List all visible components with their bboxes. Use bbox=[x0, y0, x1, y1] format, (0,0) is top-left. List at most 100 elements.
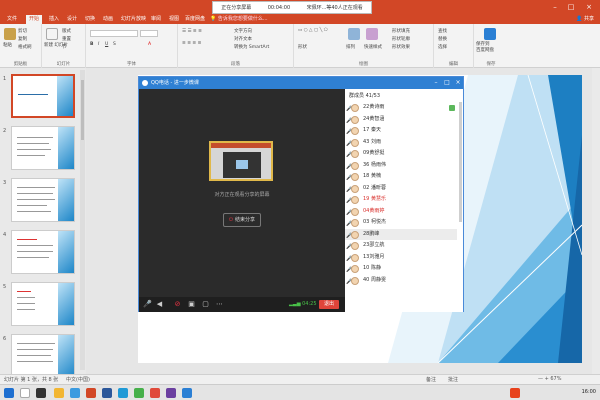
member-scrollbar[interactable] bbox=[459, 102, 462, 222]
member-row[interactable]: 🎤 43 刘雨 bbox=[345, 137, 457, 149]
layout-button[interactable]: 版式 bbox=[62, 28, 71, 34]
member-row[interactable]: 🎤 17 秦天 bbox=[345, 125, 457, 137]
tab-animations[interactable]: 动画 bbox=[100, 15, 116, 24]
sogou-ime-icon[interactable] bbox=[510, 388, 520, 398]
cut-button[interactable]: 剪切 bbox=[18, 28, 27, 34]
member-row[interactable]: 🎤 19 黄慧乐 bbox=[345, 194, 457, 206]
app-icon-purple[interactable] bbox=[166, 388, 176, 398]
camera-off-icon[interactable]: ⊘ bbox=[173, 300, 182, 309]
slide-thumb-2[interactable] bbox=[11, 126, 75, 170]
app-icon-red[interactable] bbox=[150, 388, 160, 398]
whiteboard-icon[interactable]: ▢ bbox=[201, 300, 210, 309]
new-slide-icon[interactable] bbox=[46, 28, 58, 40]
task-view-icon[interactable] bbox=[36, 388, 46, 398]
member-row[interactable]: 🎤 23邵立航 bbox=[345, 240, 457, 252]
powerpoint-icon[interactable] bbox=[86, 388, 96, 398]
search-icon[interactable] bbox=[20, 388, 30, 398]
tab-design[interactable]: 设计 bbox=[64, 15, 80, 24]
member-row[interactable]: 🎤 36 杨雨伟 bbox=[345, 160, 457, 172]
start-icon[interactable] bbox=[4, 388, 14, 398]
share-button[interactable]: 👤 共享 bbox=[576, 14, 594, 24]
member-row[interactable]: 🎤 24黄智涵 bbox=[345, 114, 457, 126]
paste-icon[interactable] bbox=[4, 28, 16, 40]
shape-effects-button[interactable]: 形状效果 bbox=[392, 44, 410, 50]
share-screen-icon[interactable]: ▣ bbox=[187, 300, 196, 309]
member-row[interactable]: 🎤 22黄诗雨 bbox=[345, 102, 457, 114]
member-row[interactable]: 🎤 03 柯悦杰 bbox=[345, 217, 457, 229]
qq-close-button[interactable]: × bbox=[453, 77, 463, 89]
shape-fill-button[interactable]: 形状填充 bbox=[392, 28, 410, 34]
smartart-button[interactable]: 转换为 SmartArt bbox=[234, 44, 269, 50]
slide-thumb-6[interactable] bbox=[11, 334, 75, 374]
explorer-icon[interactable] bbox=[54, 388, 64, 398]
zoom-control[interactable]: — + 67% bbox=[538, 376, 561, 382]
member-row[interactable]: 🎤 18 黄楠 bbox=[345, 171, 457, 183]
maximize-button[interactable]: □ bbox=[564, 2, 578, 12]
thumbnails-scrollbar[interactable] bbox=[80, 70, 85, 370]
tab-insert[interactable]: 插入 bbox=[46, 15, 62, 24]
slide-thumb-1[interactable] bbox=[11, 74, 75, 118]
align-icons[interactable]: ≡ ≡ ≡ ≡ bbox=[182, 41, 201, 46]
baidu-netdisk-icon[interactable] bbox=[182, 388, 192, 398]
copy-button[interactable]: 复制 bbox=[18, 36, 27, 42]
qq-maximize-button[interactable]: □ bbox=[442, 77, 452, 89]
mic-icon[interactable]: 🎤 bbox=[143, 300, 152, 309]
reset-button[interactable]: 重置 bbox=[62, 36, 71, 42]
exit-call-button[interactable]: 退出 bbox=[319, 300, 339, 309]
shadow-icon[interactable]: S bbox=[113, 42, 116, 47]
comments-button[interactable]: 批注 bbox=[448, 376, 458, 383]
qq-icon[interactable] bbox=[118, 388, 128, 398]
notes-button[interactable]: 备注 bbox=[426, 376, 436, 383]
member-row[interactable]: 🎤 10 陈静 bbox=[345, 263, 457, 275]
tell-me-search[interactable]: 💡 告诉我您想要做什么... bbox=[210, 14, 268, 24]
text-direction-button[interactable]: 文字方向 bbox=[234, 28, 252, 34]
slide-thumb-4[interactable] bbox=[11, 230, 75, 274]
baidu-cloud-icon[interactable] bbox=[484, 28, 496, 40]
find-button[interactable]: 查找 bbox=[438, 28, 447, 34]
font-family-select[interactable] bbox=[90, 30, 138, 37]
tab-review[interactable]: 审阅 bbox=[148, 15, 164, 24]
scroll-thumb[interactable] bbox=[81, 80, 84, 140]
qq-minimize-button[interactable]: – bbox=[431, 77, 441, 89]
member-row[interactable]: 🎤 13刘雅月 bbox=[345, 252, 457, 264]
member-row[interactable]: 🎤 02 潘昕蓉 bbox=[345, 183, 457, 195]
slide-thumb-5[interactable] bbox=[11, 282, 75, 326]
underline-icon[interactable]: U bbox=[105, 42, 108, 47]
close-button[interactable]: × bbox=[582, 2, 596, 12]
save-baidu-button[interactable]: 保存到 百度网盘 bbox=[476, 42, 494, 54]
quick-styles-button[interactable]: 快速样式 bbox=[364, 44, 382, 50]
quick-styles-icon[interactable] bbox=[366, 28, 378, 40]
member-row[interactable]: 🎤 40 周静雯 bbox=[345, 275, 457, 287]
select-button[interactable]: 选择 bbox=[438, 44, 447, 50]
paste-button[interactable]: 粘贴 bbox=[3, 42, 12, 48]
shape-outline-button[interactable]: 形状轮廓 bbox=[392, 36, 410, 42]
more-icon[interactable]: ⋯ bbox=[215, 300, 224, 309]
slide-thumb-3[interactable] bbox=[11, 178, 75, 222]
font-color-icon[interactable]: A bbox=[148, 42, 151, 47]
member-row[interactable]: 🎤 28鹏峰 bbox=[345, 228, 457, 240]
tab-home[interactable]: 开始 bbox=[26, 15, 43, 24]
tab-baidu[interactable]: 百度网盘 bbox=[182, 15, 208, 24]
slide-scrollbar[interactable] bbox=[592, 68, 600, 374]
italic-icon[interactable]: I bbox=[98, 42, 99, 47]
arrange-icon[interactable] bbox=[348, 28, 360, 40]
browser-icon[interactable] bbox=[70, 388, 80, 398]
section-button[interactable]: 节 bbox=[62, 44, 67, 50]
tab-view[interactable]: 视图 bbox=[166, 15, 182, 24]
tab-file[interactable]: 文件 bbox=[4, 15, 20, 24]
member-row[interactable]: 🎤 09黄舒挺 bbox=[345, 148, 457, 160]
language-indicator[interactable]: 中文(中国) bbox=[66, 376, 90, 383]
word-icon[interactable] bbox=[102, 388, 112, 398]
arrange-button[interactable]: 排列 bbox=[346, 44, 355, 50]
font-size-select[interactable] bbox=[140, 30, 158, 37]
bullets-icon[interactable]: ☰ ☰ ≡ ≡ bbox=[182, 29, 202, 34]
wechat-icon[interactable] bbox=[134, 388, 144, 398]
end-share-button[interactable]: ⏻ 结束分享 bbox=[223, 213, 261, 227]
replace-button[interactable]: 替换 bbox=[438, 36, 447, 42]
minimize-button[interactable]: – bbox=[548, 2, 562, 12]
shapes-gallery-icon[interactable]: ▭ ○ △ ▢ ╲ ⬠ bbox=[298, 28, 328, 33]
member-row[interactable]: 🎤 04黄雨婷 bbox=[345, 206, 457, 218]
format-painter-button[interactable]: 格式刷 bbox=[18, 44, 32, 50]
tab-slideshow[interactable]: 幻灯片放映 bbox=[118, 15, 149, 24]
tab-transitions[interactable]: 切换 bbox=[82, 15, 98, 24]
